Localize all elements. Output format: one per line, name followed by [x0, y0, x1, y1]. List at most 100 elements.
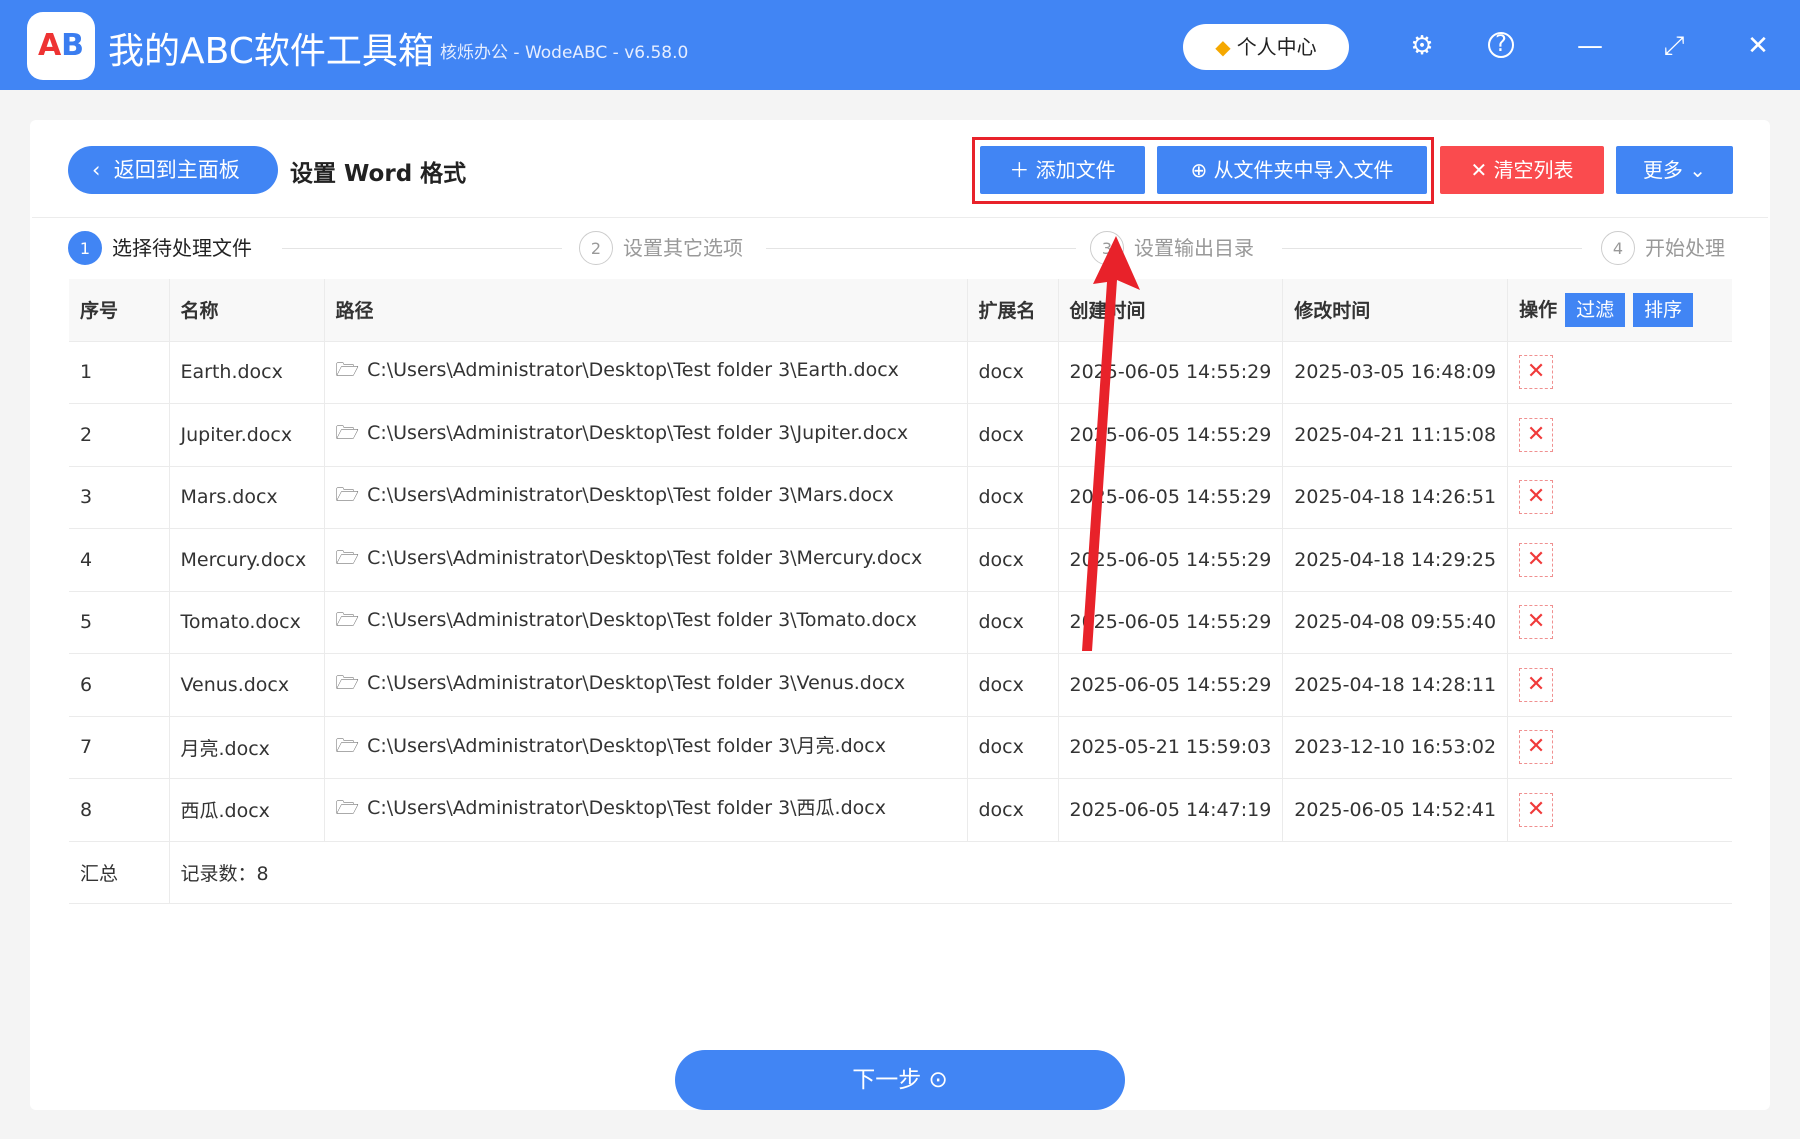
folder-icon[interactable]: 🗁 [336, 609, 360, 631]
table-row[interactable]: 3 Mars.docx 🗁 C:\Users\Administrator\Deskto… [69, 466, 1732, 529]
folder-icon[interactable]: 🗁 [336, 484, 360, 506]
x-icon: ✕ [1470, 158, 1494, 182]
next-step-button[interactable]: 下一步 ⊙ [675, 1050, 1125, 1110]
file-ext: docx [967, 653, 1059, 717]
table-row[interactable]: 2 Jupiter.docx 🗁 C:\Users\Administrator\Des… [69, 403, 1732, 467]
file-path: 🗁 C:\Users\Administrator\Desktop\Test fol… [324, 653, 968, 717]
user-center-label: 个人中心 [1236, 35, 1317, 59]
row-actions: ✕ [1507, 403, 1732, 467]
folder-icon[interactable]: 🗁 [336, 359, 360, 381]
file-ext-text: docx [978, 486, 1024, 509]
file-name: Mars.docx [169, 466, 325, 529]
row-index: 6 [69, 653, 170, 717]
created-time: 2025-05-21 15:59:03 [1058, 716, 1284, 779]
file-path: 🗁 C:\Users\Administrator\Desktop\Test fol… [324, 716, 968, 779]
modified-time-text: 2025-04-08 09:55:40 [1294, 611, 1497, 634]
more-button[interactable]: 更多 ⌄ [1616, 146, 1733, 194]
help-icon[interactable]: ? [1488, 32, 1514, 58]
sort-button[interactable]: 排序 [1633, 292, 1694, 327]
folder-icon[interactable]: 🗁 [336, 672, 360, 694]
table-row[interactable]: 1 Earth.docx 🗁 C:\Users\Administrator\Deskt… [69, 341, 1732, 404]
row-index: 7 [69, 716, 170, 779]
file-name-text: 月亮.docx [180, 737, 270, 760]
file-name-text: Tomato.docx [180, 611, 301, 634]
modified-time-text: 2025-03-05 16:48:09 [1294, 361, 1497, 384]
file-ext: docx [967, 341, 1059, 404]
step-label: 设置其它选项 [623, 236, 743, 260]
table-row[interactable]: 5 Tomato.docx 🗁 C:\Users\Administrator\Desk… [69, 591, 1732, 654]
delete-row-icon[interactable]: ✕ [1519, 355, 1554, 390]
row-index-text: 3 [80, 486, 93, 509]
col-index: 序号 [69, 279, 170, 342]
modified-time: 2025-04-18 14:26:51 [1282, 466, 1509, 529]
row-index: 2 [69, 403, 170, 467]
close-icon[interactable]: ✕ [1740, 28, 1776, 64]
file-ext: docx [967, 528, 1059, 592]
created-time: 2025-06-05 14:47:19 [1058, 778, 1284, 842]
delete-row-icon[interactable]: ✕ [1519, 730, 1554, 765]
file-path-text: C:\Users\Administrator\Desktop\Test fold… [367, 797, 886, 820]
file-name: Venus.docx [169, 653, 325, 717]
arrow-right-circle-icon: ⊙ [921, 1067, 948, 1093]
modified-time-text: 2025-04-18 14:29:25 [1294, 548, 1497, 571]
chevron-left-icon: ‹ [92, 158, 114, 182]
file-ext-text: docx [978, 798, 1024, 821]
file-table: 序号 名称 路径 扩展名 创建时间 修改时间 操作 过滤 排序 1 Earth.doc… [69, 279, 1732, 904]
table-row[interactable]: 6 Venus.docx 🗁 C:\Users\Administrator\Deskt… [69, 653, 1732, 717]
file-ext-text: docx [978, 673, 1024, 696]
user-center-button[interactable]: ◆ 个人中心 [1183, 24, 1349, 70]
title-bar: AB 我的ABC软件工具箱 核烁办公 - WodeABC - v6.58.0 ◆… [0, 0, 1800, 90]
file-path-text: C:\Users\Administrator\Desktop\Test fold… [367, 546, 923, 569]
step-number: 3 [1090, 231, 1124, 265]
step-4: 4 开始处理 [1601, 231, 1725, 265]
modified-time: 2023-12-10 16:53:02 [1282, 716, 1509, 779]
table-row[interactable]: 8 西瓜.docx 🗁 C:\Users\Administrator\Desktop\… [69, 778, 1732, 842]
app-subtitle: 核烁办公 - WodeABC - v6.58.0 [440, 43, 689, 63]
file-ext-text: docx [978, 736, 1024, 759]
folder-icon[interactable]: 🗁 [336, 735, 360, 757]
col-path: 路径 [324, 279, 968, 342]
minimize-icon[interactable]: — [1572, 28, 1608, 64]
delete-row-icon[interactable]: ✕ [1519, 417, 1554, 452]
table-row[interactable]: 7 月亮.docx 🗁 C:\Users\Administrator\Desktop\… [69, 716, 1732, 779]
folder-icon[interactable]: 🗁 [336, 422, 360, 444]
step-label: 设置输出目录 [1134, 236, 1254, 260]
folder-icon[interactable]: 🗁 [336, 547, 360, 569]
created-time-text: 2025-05-21 15:59:03 [1069, 736, 1272, 759]
row-index: 8 [69, 778, 170, 842]
settings-icon[interactable]: ⚙ [1404, 28, 1440, 64]
created-time-text: 2025-06-05 14:55:29 [1069, 548, 1272, 571]
table-row[interactable]: 4 Mercury.docx 🗁 C:\Users\Administrator\Des… [69, 528, 1732, 592]
clear-list-label: 清空列表 [1493, 158, 1574, 182]
maximize-icon[interactable]: ⤢ [1656, 28, 1692, 64]
file-ext: docx [967, 716, 1059, 779]
file-name-text: Jupiter.docx [180, 423, 293, 446]
delete-row-icon[interactable]: ✕ [1519, 667, 1554, 702]
delete-row-icon[interactable]: ✕ [1519, 605, 1554, 640]
row-index-text: 5 [80, 611, 93, 634]
delete-row-icon[interactable]: ✕ [1519, 480, 1554, 515]
modified-time: 2025-03-05 16:48:09 [1282, 341, 1509, 404]
clear-list-button[interactable]: ✕ 清空列表 [1440, 146, 1604, 194]
file-ext: docx [967, 466, 1059, 529]
delete-row-icon[interactable]: ✕ [1519, 792, 1554, 827]
file-path-text: C:\Users\Administrator\Desktop\Test fold… [367, 359, 899, 382]
created-time-text: 2025-06-05 14:47:19 [1069, 798, 1272, 821]
delete-row-icon[interactable]: ✕ [1519, 542, 1554, 577]
file-path: 🗁 C:\Users\Administrator\Desktop\Test fol… [324, 403, 968, 467]
summary-row: 汇总 记录数：8 [69, 841, 1732, 904]
table-header: 序号 名称 路径 扩展名 创建时间 修改时间 操作 过滤 排序 [69, 279, 1732, 342]
step-2: 2 设置其它选项 [579, 231, 743, 265]
row-index-text: 6 [80, 673, 93, 696]
filter-button[interactable]: 过滤 [1565, 292, 1626, 327]
step-number: 4 [1601, 231, 1635, 265]
back-to-home-button[interactable]: ‹ 返回到主面板 [68, 146, 278, 194]
created-time: 2025-06-05 14:55:29 [1058, 653, 1284, 717]
diamond-icon: ◆ [1215, 35, 1231, 59]
modified-time: 2025-04-21 11:15:08 [1282, 403, 1509, 467]
row-actions: ✕ [1507, 653, 1732, 717]
app-logo: AB [27, 12, 95, 80]
more-label: 更多 [1642, 158, 1683, 182]
file-name: Tomato.docx [169, 591, 325, 654]
folder-icon[interactable]: 🗁 [336, 797, 360, 819]
